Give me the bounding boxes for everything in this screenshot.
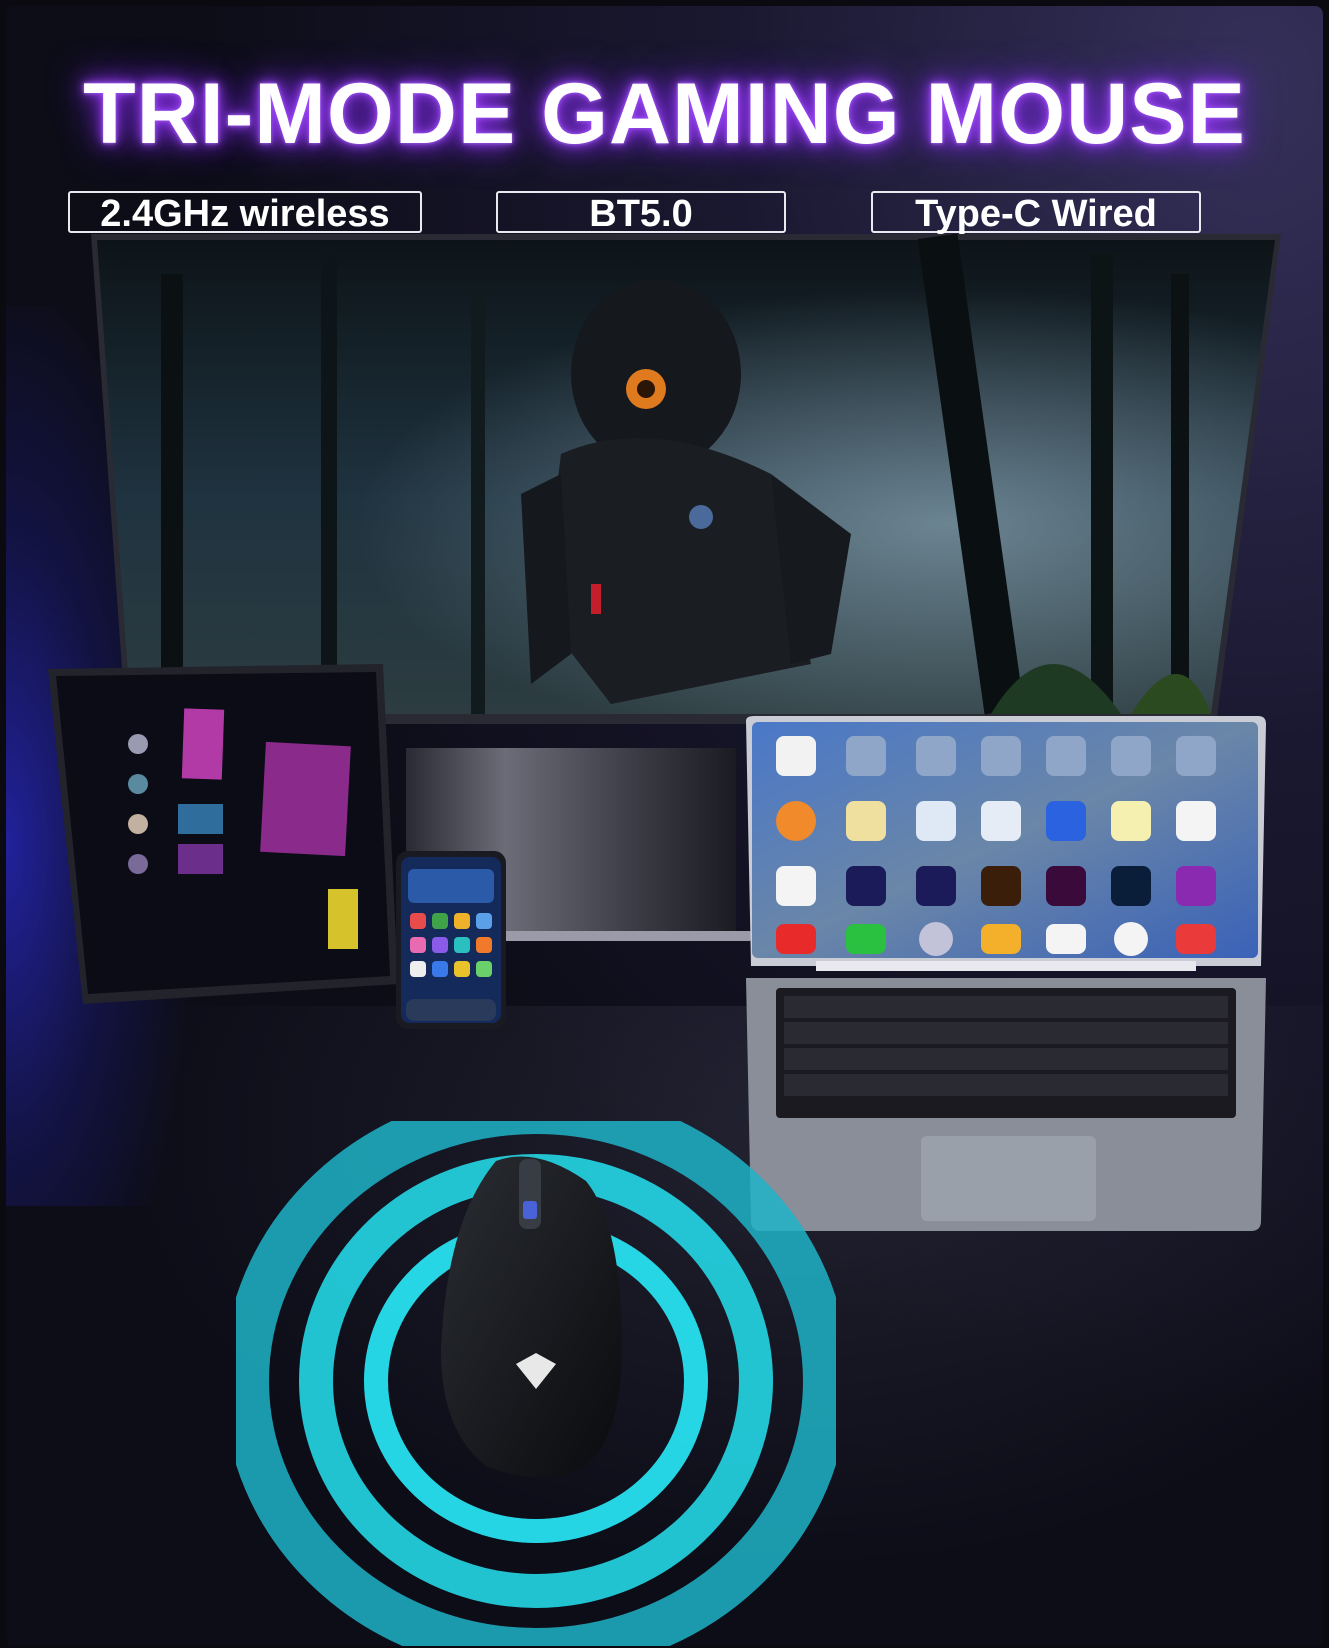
mode-badge-type-c: Type-C Wired [871, 191, 1201, 235]
product-banner: TRI-MODE GAMING MOUSE 2.4GHz wireless BT… [6, 6, 1323, 1646]
gaming-mouse-icon [236, 1121, 836, 1646]
mode-badge-2-4ghz: 2.4GHz wireless [68, 191, 422, 235]
tablet-icon [48, 664, 398, 1004]
headline: TRI-MODE GAMING MOUSE [83, 66, 1246, 162]
mode-badge-bluetooth: BT5.0 [496, 191, 786, 235]
smartphone-icon [396, 851, 506, 1029]
